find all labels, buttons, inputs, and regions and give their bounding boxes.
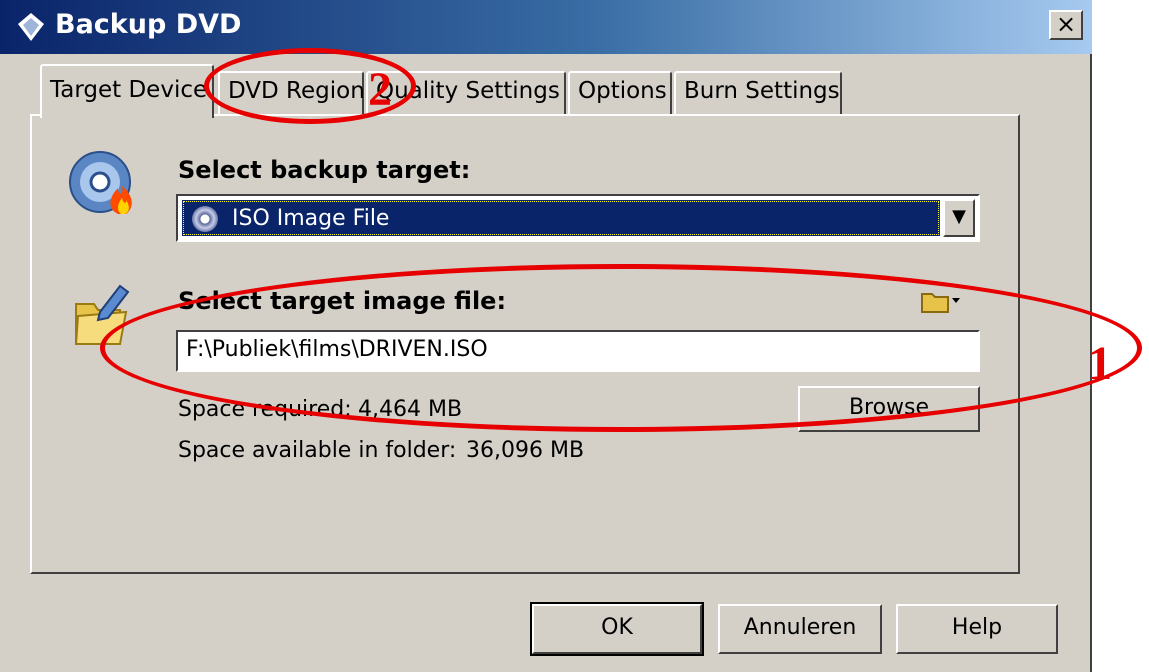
ok-button[interactable]: OK <box>530 602 704 656</box>
select-backup-target-heading: Select backup target: <box>178 156 471 184</box>
tab-options[interactable]: Options <box>568 71 672 115</box>
help-button[interactable]: Help <box>896 604 1058 654</box>
tab-target-device[interactable]: Target Device <box>40 64 214 118</box>
backup-target-select[interactable]: ISO Image File ▼ <box>176 194 980 242</box>
space-available-label: Space available in folder: <box>178 438 457 463</box>
tab-burn-settings[interactable]: Burn Settings <box>674 71 842 115</box>
annotation-number-1: 1 <box>1088 337 1112 390</box>
window-title: Backup DVD <box>55 9 242 40</box>
annotation-number-2: 2 <box>368 63 392 116</box>
close-button[interactable]: × <box>1049 10 1083 40</box>
dropdown-arrow-button[interactable]: ▼ <box>943 199 975 237</box>
app-icon <box>18 13 44 41</box>
selected-option-highlight: ISO Image File <box>182 200 940 236</box>
cancel-button[interactable]: Annuleren <box>718 604 882 654</box>
disc-icon <box>192 206 218 232</box>
disc-flame-icon <box>69 151 132 214</box>
space-available-value: 36,096 MB <box>466 438 585 463</box>
selected-target-text: ISO Image File <box>232 206 390 231</box>
title-bar: Backup DVD × <box>0 0 1092 54</box>
annotation-ellipse-1 <box>100 264 1142 432</box>
